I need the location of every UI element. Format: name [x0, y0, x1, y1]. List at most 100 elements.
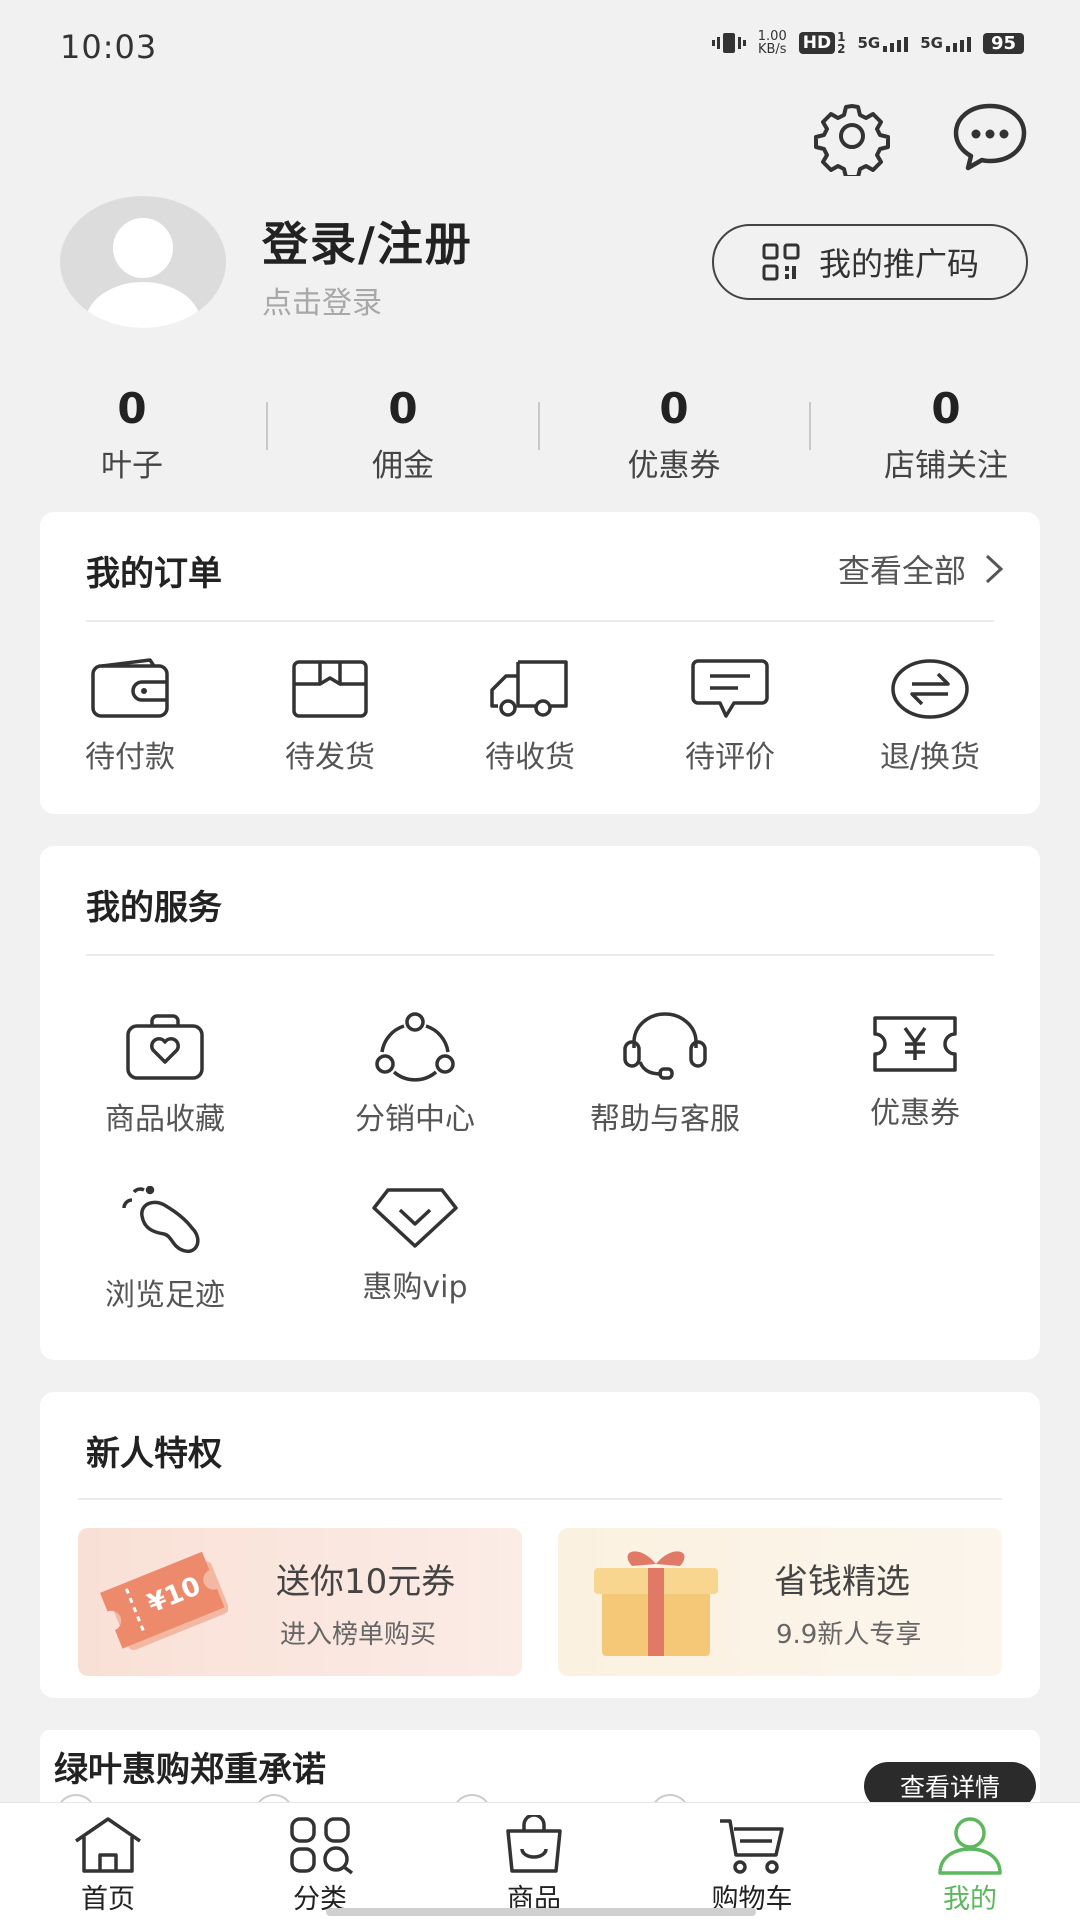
- order-label: 待评价: [685, 740, 775, 775]
- package-box-icon: [292, 660, 368, 718]
- signal-1: 5G: [857, 34, 909, 52]
- nav-products[interactable]: 商品: [454, 1815, 614, 1916]
- net-speed: 1.00 KB/s: [758, 30, 787, 56]
- stat-value: 0: [388, 384, 418, 433]
- bottom-nav: 首页 分类 商品 购物车 我的: [0, 1802, 1080, 1921]
- vibrate-icon: [711, 33, 746, 53]
- service-label: 帮助与客服: [590, 1102, 740, 1137]
- stat-leaves[interactable]: 0 叶子: [22, 386, 242, 485]
- signal-bars-icon: [883, 34, 909, 52]
- login-hint[interactable]: 点击登录: [262, 278, 382, 322]
- services-card: 我的服务 商品收藏 分销中心 帮助与客服 优惠券 浏览足迹 惠购vip: [40, 846, 1040, 1360]
- status-icons: 1.00 KB/s HD 1 2 5G 5G 95: [711, 30, 1024, 56]
- stat-shop-follows[interactable]: 0 店铺关注: [836, 386, 1056, 485]
- service-label: 优惠券: [870, 1096, 960, 1131]
- signal-1-label: 5G: [857, 34, 881, 52]
- order-label: 待发货: [285, 740, 375, 775]
- hd-label: HD: [798, 32, 836, 54]
- signal-2-label: 5G: [920, 34, 943, 52]
- sim2-label: 2: [837, 42, 846, 56]
- service-coupons[interactable]: 优惠券: [810, 1012, 1020, 1132]
- stat-label: 店铺关注: [884, 448, 1008, 484]
- chat-bubble-icon: [953, 103, 1027, 171]
- view-all-orders-link[interactable]: 查看全部: [838, 546, 1004, 592]
- service-help-support[interactable]: 帮助与客服: [560, 1012, 770, 1138]
- service-vip[interactable]: 惠购vip: [310, 1186, 520, 1306]
- order-pending-shipment[interactable]: 待发货: [260, 658, 400, 776]
- qr-code-icon: [762, 243, 800, 281]
- gear-icon: [814, 104, 890, 179]
- comment-icon: [691, 659, 769, 718]
- truck-icon: [490, 660, 568, 717]
- tile-title: 送你10元券: [276, 1562, 456, 1602]
- promo-code-label: 我的推广码: [818, 245, 979, 283]
- order-label: 退/换货: [879, 740, 981, 775]
- view-all-label: 查看全部: [837, 552, 966, 590]
- settings-button[interactable]: [812, 96, 892, 180]
- category-icon: [290, 1817, 354, 1875]
- nav-mine[interactable]: 我的: [890, 1815, 1050, 1916]
- orders-title: 我的订单: [86, 554, 222, 594]
- default-avatar-icon: [85, 218, 201, 328]
- order-pending-review[interactable]: 待评价: [660, 658, 800, 776]
- network-icon: [375, 1012, 455, 1082]
- service-distribution-center[interactable]: 分销中心: [310, 1012, 520, 1138]
- tile-subtitle: 9.9新人专享: [776, 1620, 922, 1650]
- orders-card: 我的订单 查看全部 待付款 待发货 待收货 待评价 退/换货: [40, 512, 1040, 814]
- shopping-bag-icon: [506, 1815, 562, 1873]
- tile-title: 省钱精选: [774, 1562, 910, 1602]
- services-title: 我的服务: [86, 888, 222, 928]
- user-icon: [938, 1817, 1002, 1875]
- service-favorites[interactable]: 商品收藏: [60, 1012, 270, 1138]
- divider: [538, 402, 540, 450]
- service-browsing-history[interactable]: 浏览足迹: [60, 1186, 270, 1314]
- promise-title: 绿叶惠购郑重承诺: [54, 1750, 326, 1790]
- hd-badge: HD 1 2: [798, 31, 846, 56]
- service-label: 浏览足迹: [105, 1278, 225, 1313]
- battery-level: 95: [990, 32, 1016, 54]
- divider: [809, 402, 811, 450]
- cart-icon: [720, 1819, 784, 1874]
- gift-box-icon: [594, 1551, 718, 1656]
- stat-value: 0: [931, 384, 961, 433]
- exchange-icon: [891, 659, 969, 719]
- order-pending-payment[interactable]: 待付款: [60, 658, 200, 776]
- nav-category[interactable]: 分类: [240, 1815, 400, 1916]
- avatar[interactable]: [60, 196, 226, 328]
- tile-subtitle: 进入榜单购买: [280, 1620, 437, 1650]
- coupon-icon: [873, 1016, 957, 1072]
- order-label: 待收货: [485, 740, 575, 775]
- order-pending-receipt[interactable]: 待收货: [460, 658, 600, 776]
- promo-code-button[interactable]: 我的推广码: [712, 224, 1028, 300]
- status-time: 10:03: [60, 28, 158, 66]
- footprint-icon: [122, 1186, 200, 1254]
- divider: [78, 1498, 1002, 1500]
- divider: [86, 620, 994, 622]
- coupon-tile[interactable]: ¥10 送你10元券 进入榜单购买: [78, 1528, 522, 1676]
- chevron-right-icon: [985, 554, 1004, 584]
- newcomer-title: 新人特权: [86, 1434, 222, 1474]
- stat-label: 叶子: [101, 448, 163, 484]
- ticket-icon: ¥10: [100, 1551, 228, 1651]
- home-indicator[interactable]: [326, 1908, 756, 1916]
- divider: [266, 402, 268, 450]
- home-icon: [75, 1817, 141, 1873]
- service-label: 商品收藏: [105, 1102, 225, 1137]
- login-register-title[interactable]: 登录/注册: [262, 208, 473, 274]
- diamond-icon: [372, 1188, 458, 1248]
- service-label: 惠购vip: [362, 1270, 468, 1305]
- stat-coupons[interactable]: 0 优惠券: [564, 386, 784, 485]
- message-button[interactable]: [950, 96, 1030, 180]
- headset-icon: [623, 1012, 707, 1080]
- newcomer-privileges-card: 新人特权 ¥10 送你10元券 进入榜单购买 省钱精选 9.9新人专享: [40, 1392, 1040, 1698]
- order-label: 待付款: [85, 740, 175, 775]
- signal-2: 5G: [920, 34, 971, 52]
- stat-value: 0: [117, 384, 147, 433]
- savings-picks-tile[interactable]: 省钱精选 9.9新人专享: [558, 1528, 1002, 1676]
- heart-bag-icon: [126, 1014, 204, 1080]
- service-label: 分销中心: [355, 1102, 475, 1137]
- nav-home[interactable]: 首页: [28, 1815, 188, 1916]
- stat-commission[interactable]: 0 佣金: [293, 386, 513, 485]
- nav-cart[interactable]: 购物车: [672, 1815, 832, 1916]
- order-return-exchange[interactable]: 退/换货: [860, 658, 1000, 776]
